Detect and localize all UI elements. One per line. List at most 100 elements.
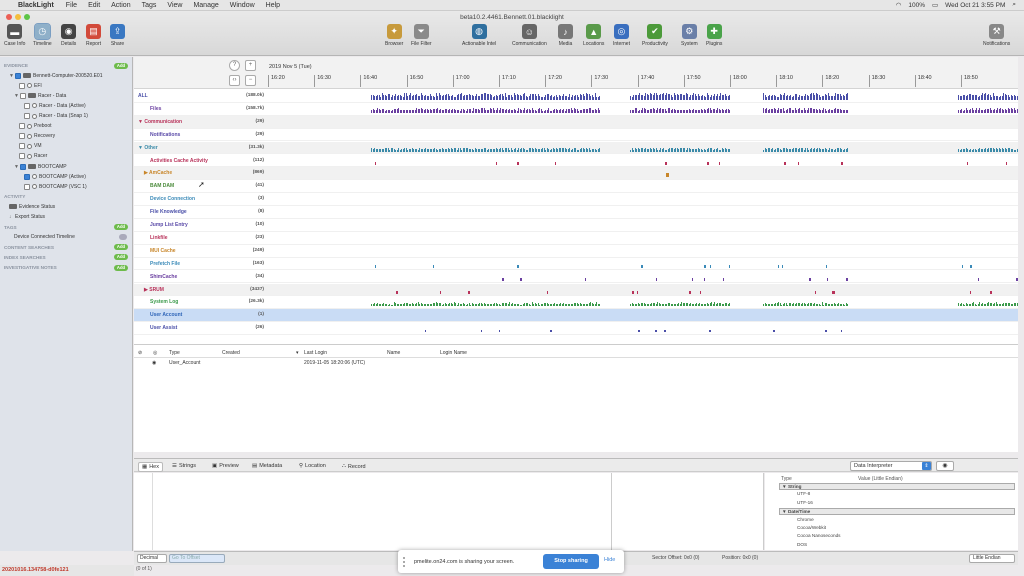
menu-action[interactable]: Action: [111, 2, 130, 9]
toolbar-details-button[interactable]: ◉ Details: [61, 24, 76, 47]
sidebar-item[interactable]: Device Connected Timeline: [0, 233, 132, 242]
tab-preview[interactable]: ▣ Preview: [209, 462, 242, 470]
timeline-row[interactable]: ▶ AmCache (869): [134, 167, 1018, 181]
checkbox[interactable]: [24, 173, 30, 180]
toolbar-media-button[interactable]: ♪ Media: [558, 24, 573, 47]
timeline-track[interactable]: [268, 142, 1018, 154]
timeline-track[interactable]: [268, 322, 1018, 334]
timeline-row[interactable]: User Assist (26): [134, 322, 1018, 335]
timeline-track[interactable]: [268, 219, 1018, 231]
sidebar-section[interactable]: EVIDENCE Add: [0, 61, 132, 70]
number-format-select[interactable]: Decimal: [137, 554, 167, 563]
interpreter-row[interactable]: UTF-16: [777, 500, 1017, 507]
toolbar-productivity-button[interactable]: ✔ Productivity: [642, 24, 668, 47]
sidebar-item[interactable]: Recovery: [0, 132, 132, 141]
hide-banner-button[interactable]: Hide: [604, 557, 615, 563]
sidebar-item[interactable]: ▼ Racer - Data: [0, 91, 132, 100]
sidebar-item[interactable]: VM: [0, 142, 132, 151]
interpreter-group[interactable]: ▼ Date/Time: [779, 508, 1015, 516]
column-header-last-login[interactable]: Last Login: [304, 350, 327, 356]
toolbar-notifications-button[interactable]: ⚒ Notifications: [983, 24, 1010, 47]
toolbar-internet-button[interactable]: ◎ Internet: [613, 24, 630, 47]
zoom-in-button[interactable]: +: [245, 60, 256, 71]
tab-strings[interactable]: ☰ Strings: [169, 462, 199, 470]
column-header-created[interactable]: Created: [222, 350, 240, 356]
column-header-name[interactable]: Name: [387, 350, 400, 356]
zoom-out-button[interactable]: −: [245, 75, 256, 86]
toolbar-system-button[interactable]: ⚙ System: [681, 24, 698, 47]
sidebar-item[interactable]: ↓ Export Status: [0, 213, 132, 222]
timeline-track[interactable]: [268, 258, 1018, 270]
checkbox[interactable]: [20, 163, 26, 170]
checkbox[interactable]: [15, 72, 21, 79]
menu-tags[interactable]: Tags: [142, 2, 157, 9]
tab-hex[interactable]: ▦ Hex: [138, 462, 163, 472]
timeline-row[interactable]: Jump List Entry (10): [134, 219, 1018, 232]
sidebar-section[interactable]: INDEX SEARCHES Add: [0, 253, 132, 262]
toolbar-actionable-intel-button[interactable]: ◍ Actionable Intel: [462, 24, 496, 47]
timeline-row[interactable]: Notifications (29): [134, 129, 1018, 142]
timeline-row[interactable]: Activities Cache Activity (112): [134, 155, 1018, 168]
sidebar-section[interactable]: TAGS Add: [0, 223, 132, 232]
timeline-row[interactable]: ShimCache (34): [134, 271, 1018, 284]
sort-descending-icon[interactable]: ▾: [296, 350, 299, 356]
text-view[interactable]: [612, 473, 764, 550]
timeline-row[interactable]: ▶ SRUM (3437): [134, 283, 1018, 297]
timeline-track[interactable]: [268, 180, 1018, 192]
timeline-track[interactable]: [268, 309, 1018, 321]
drag-handle-icon[interactable]: [403, 556, 410, 567]
timeline-row[interactable]: Linkfile (23): [134, 232, 1018, 245]
sidebar-item[interactable]: EFI: [0, 81, 132, 90]
menu-app-name[interactable]: BlackLight: [18, 2, 54, 9]
add-button[interactable]: Add: [114, 254, 128, 261]
go-to-offset-input[interactable]: Go To Offset: [169, 554, 225, 563]
timeline-row[interactable]: Prefetch File (163): [134, 258, 1018, 271]
toolbar-locations-button[interactable]: ▲ Locations: [583, 24, 604, 47]
timeline-track[interactable]: [268, 167, 1018, 179]
sidebar-item[interactable]: BOOTCAMP (Active): [0, 172, 132, 181]
menu-clock[interactable]: Wed Oct 21 3:55 PM: [945, 2, 1005, 9]
sidebar-item[interactable]: Racer - Data (Active): [0, 101, 132, 110]
interpreter-group[interactable]: ▼ String: [779, 483, 1015, 490]
timeline-row[interactable]: ALL (188.0k): [134, 90, 1018, 103]
interpreter-row[interactable]: Chrome: [777, 517, 1017, 524]
menu-edit[interactable]: Edit: [88, 2, 100, 9]
tag-toggle[interactable]: [119, 234, 127, 241]
timeline-row[interactable]: File Knowledge (8): [134, 206, 1018, 219]
add-button[interactable]: Add: [114, 224, 128, 231]
checkbox[interactable]: [19, 123, 25, 130]
battery-label[interactable]: 100%: [908, 2, 925, 9]
help-button[interactable]: ?: [229, 60, 240, 71]
timeline-row[interactable]: Files (158.7k): [134, 103, 1018, 116]
timeline-track[interactable]: [268, 271, 1018, 283]
toolbar-timeline-button[interactable]: ◷ Timeline: [33, 23, 52, 47]
timeline-row[interactable]: System Log (26.3k): [134, 296, 1018, 310]
checkbox[interactable]: [19, 133, 25, 140]
sidebar-item[interactable]: ▼ BOOTCAMP: [0, 162, 132, 171]
sidebar-item[interactable]: Preboot: [0, 122, 132, 131]
checkbox[interactable]: [19, 153, 25, 160]
sidebar-item[interactable]: Evidence Status: [0, 202, 132, 211]
timeline-track[interactable]: [268, 193, 1018, 205]
timeline-track[interactable]: [268, 90, 1018, 102]
toolbar-report-button[interactable]: ▤ Report: [86, 24, 101, 47]
toolbar-plugins-button[interactable]: ✚ Plugins: [706, 24, 722, 47]
timeline-track[interactable]: [268, 116, 1018, 128]
timeline-track[interactable]: [268, 245, 1018, 257]
sidebar-section[interactable]: INVESTIGATIVE NOTES Add: [0, 263, 132, 272]
timeline-track[interactable]: [268, 155, 1018, 167]
timeline-track[interactable]: [268, 129, 1018, 141]
checkbox[interactable]: [19, 143, 25, 150]
nav-arrows-button[interactable]: ‹›: [229, 75, 240, 86]
timeline-track[interactable]: [268, 206, 1018, 218]
table-row[interactable]: ◉ User_Account 2019-11-05 18:20:06 (UTC): [134, 359, 1018, 367]
menu-file[interactable]: File: [66, 2, 77, 9]
sidebar-item[interactable]: ▼ Bennett-Computer-200520.E01: [0, 71, 132, 80]
checkbox[interactable]: [24, 183, 30, 190]
tab-record[interactable]: ⛬ Record: [339, 462, 369, 471]
eye-icon[interactable]: ◉: [936, 461, 954, 471]
timeline-row[interactable]: ▼ Communication (29): [134, 115, 1018, 129]
interpreter-row[interactable]: UTF-8: [777, 491, 1017, 498]
menu-window[interactable]: Window: [230, 2, 255, 9]
sidebar-item[interactable]: BOOTCAMP (VSC 1): [0, 182, 132, 191]
